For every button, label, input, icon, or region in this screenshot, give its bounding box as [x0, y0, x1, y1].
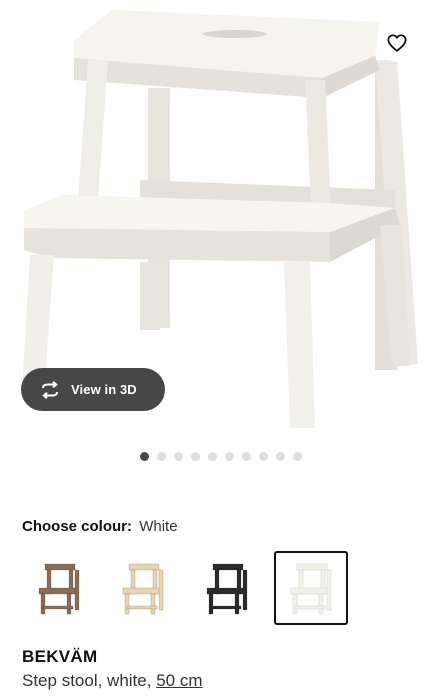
- view-in-3d-button[interactable]: View in 3D: [21, 368, 165, 411]
- carousel-dot[interactable]: [276, 452, 285, 461]
- favourite-button[interactable]: [378, 24, 416, 62]
- carousel-dot[interactable]: [242, 452, 251, 461]
- product-description: Step stool, white, 50 cm: [22, 671, 203, 691]
- carousel-indicator: [0, 452, 440, 461]
- colour-swatch-black[interactable]: [190, 551, 264, 625]
- colour-swatches: [22, 551, 348, 625]
- carousel-dot[interactable]: [293, 452, 302, 461]
- stool-thumbnail-black: [206, 563, 248, 615]
- carousel-dot[interactable]: [191, 452, 200, 461]
- colour-chooser-label: Choose colour: White: [22, 518, 178, 535]
- product-name: BEKVÄM: [22, 647, 98, 666]
- carousel-dot[interactable]: [174, 452, 183, 461]
- colour-value: White: [139, 518, 178, 535]
- size-link[interactable]: 50 cm: [156, 671, 202, 690]
- colour-label: Choose colour:: [22, 518, 133, 535]
- view-in-3d-label: View in 3D: [71, 382, 137, 397]
- rotate-3d-icon: [42, 380, 58, 399]
- stool-thumbnail-white: [290, 563, 332, 615]
- carousel-dot[interactable]: [157, 452, 166, 461]
- colour-swatch-white[interactable]: [274, 551, 348, 625]
- heart-outline-icon: [387, 34, 407, 52]
- colour-swatch-birch[interactable]: [106, 551, 180, 625]
- carousel-dot[interactable]: [140, 452, 149, 461]
- colour-swatch-brown[interactable]: [22, 551, 96, 625]
- stool-thumbnail-brown: [38, 563, 80, 615]
- product-description-text: Step stool, white,: [22, 671, 152, 690]
- stool-thumbnail-birch: [122, 563, 164, 615]
- product-image-carousel[interactable]: View in 3D: [0, 0, 440, 440]
- carousel-dot[interactable]: [225, 452, 234, 461]
- carousel-dot[interactable]: [259, 452, 268, 461]
- carousel-dot[interactable]: [208, 452, 217, 461]
